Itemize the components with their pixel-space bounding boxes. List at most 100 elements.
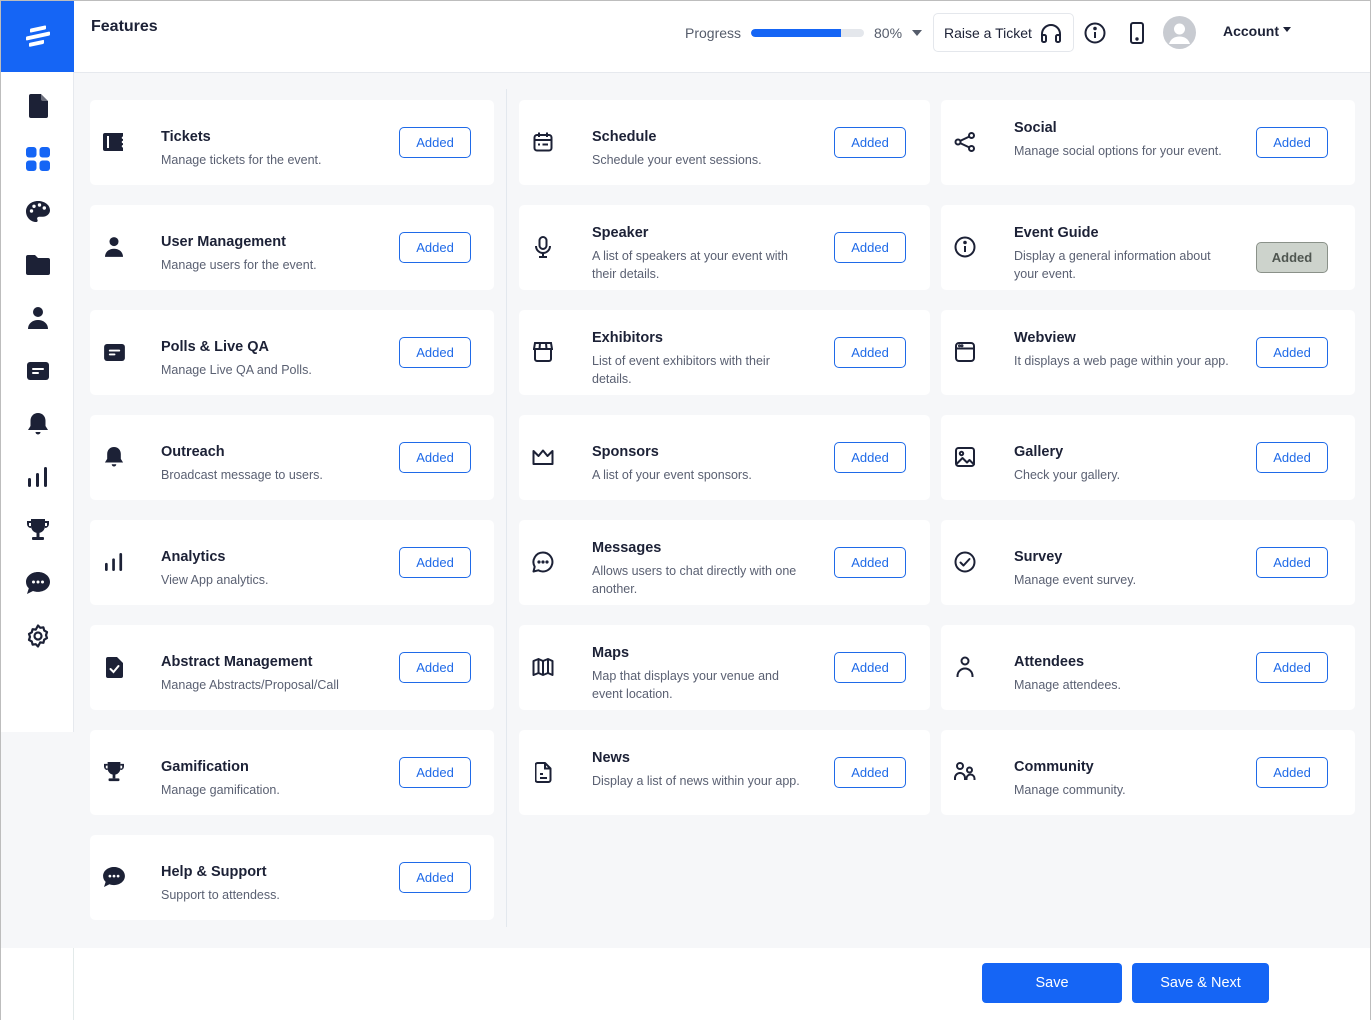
feature-text: Speaker A list of speakers at your event … bbox=[592, 225, 807, 283]
headphones-icon bbox=[1040, 23, 1061, 43]
brand-logo[interactable] bbox=[1, 1, 74, 72]
added-button[interactable]: Added bbox=[1256, 337, 1328, 368]
feature-description: Manage Live QA and Polls. bbox=[161, 363, 312, 377]
feature-text: News Display a list of news within your a… bbox=[592, 750, 807, 790]
info-icon bbox=[1084, 22, 1106, 44]
feature-description: Manage event survey. bbox=[1014, 573, 1137, 587]
check-circle-icon bbox=[953, 550, 977, 574]
info-button[interactable] bbox=[1083, 21, 1107, 45]
added-button[interactable]: Added bbox=[834, 127, 906, 158]
feature-card-event-guide: Event Guide Display a general information… bbox=[941, 205, 1355, 290]
feature-card-gallery: Gallery Check your gallery. Added bbox=[941, 415, 1355, 500]
top-header: Features Progress 80% Raise a Ticket Acc… bbox=[74, 1, 1370, 73]
feature-description: Support to attendess. bbox=[161, 888, 280, 902]
added-button[interactable]: Added bbox=[834, 232, 906, 263]
feature-description: Manage tickets for the event. bbox=[161, 153, 322, 167]
file-check-icon bbox=[102, 655, 126, 679]
added-button[interactable]: Added bbox=[834, 652, 906, 683]
document-icon bbox=[29, 94, 48, 118]
added-button[interactable]: Added bbox=[399, 442, 471, 473]
feature-text: Abstract Management Manage Abstracts/Prop… bbox=[161, 654, 376, 694]
feature-title: Messages bbox=[592, 540, 662, 556]
added-button[interactable]: Added bbox=[1256, 547, 1328, 578]
sidebar-item-notifications[interactable] bbox=[25, 411, 51, 437]
mobile-phone-icon bbox=[1130, 22, 1144, 44]
bell-icon bbox=[28, 413, 48, 435]
sidebar-item-design[interactable] bbox=[25, 199, 51, 225]
feature-text: Gallery Check your gallery. bbox=[1014, 444, 1229, 484]
feature-card-exhibitors: Exhibitors List of event exhibitors with … bbox=[519, 310, 930, 395]
added-button[interactable]: Added bbox=[399, 652, 471, 683]
feature-description: Manage social options for your event. bbox=[1014, 144, 1222, 158]
added-button[interactable]: Added bbox=[834, 442, 906, 473]
added-button[interactable]: Added bbox=[399, 127, 471, 158]
feature-description: Allows users to chat directly with one a… bbox=[592, 564, 797, 596]
raise-ticket-button[interactable]: Raise a Ticket bbox=[933, 13, 1074, 52]
feature-title: Survey bbox=[1014, 549, 1063, 565]
sidebar-item-files[interactable] bbox=[25, 252, 51, 278]
feature-description: It displays a web page within your app. bbox=[1014, 354, 1229, 368]
added-button[interactable]: Added bbox=[834, 547, 906, 578]
feature-text: Schedule Schedule your event sessions. bbox=[592, 129, 807, 169]
account-menu[interactable]: Account bbox=[1223, 23, 1291, 39]
feature-title: User Management bbox=[161, 234, 286, 250]
sidebar-item-users[interactable] bbox=[25, 305, 51, 331]
avatar[interactable] bbox=[1163, 16, 1196, 49]
chevron-down-icon bbox=[1283, 27, 1291, 32]
ticket-icon bbox=[102, 130, 126, 154]
sidebar bbox=[1, 72, 74, 732]
palette-icon bbox=[26, 201, 50, 222]
added-button[interactable]: Added bbox=[834, 757, 906, 788]
added-button[interactable]: Added bbox=[1256, 652, 1328, 683]
added-button[interactable]: Added bbox=[399, 337, 471, 368]
feature-card-social: Social Manage social options for your eve… bbox=[941, 100, 1355, 185]
mobile-preview-button[interactable] bbox=[1125, 21, 1149, 45]
bar-chart-icon bbox=[28, 467, 47, 487]
feature-title: Attendees bbox=[1014, 654, 1085, 670]
feature-title: Schedule bbox=[592, 129, 657, 145]
added-button[interactable]: Added bbox=[1256, 442, 1328, 473]
feature-card-user-management: User Management Manage users for the even… bbox=[90, 205, 494, 290]
sidebar-item-document[interactable] bbox=[25, 93, 51, 119]
feature-title: Webview bbox=[1014, 330, 1076, 346]
feature-title: Tickets bbox=[161, 129, 211, 145]
sidebar-item-analytics[interactable] bbox=[25, 464, 51, 490]
user-icon bbox=[102, 235, 126, 259]
feature-text: Survey Manage event survey. bbox=[1014, 549, 1229, 589]
added-button[interactable]: Added bbox=[1256, 127, 1328, 158]
added-button[interactable]: Added bbox=[834, 337, 906, 368]
feature-text: Polls & Live QA Manage Live QA and Polls. bbox=[161, 339, 376, 379]
added-button[interactable]: Added bbox=[399, 547, 471, 578]
bell-icon bbox=[102, 445, 126, 469]
added-button[interactable]: Added bbox=[399, 232, 471, 263]
feature-card-tickets: Tickets Manage tickets for the event. Adde… bbox=[90, 100, 494, 185]
added-button[interactable]: Added bbox=[1256, 242, 1328, 273]
browser-window-icon bbox=[953, 340, 977, 364]
sidebar-item-chat[interactable] bbox=[25, 570, 51, 596]
sidebar-item-settings[interactable] bbox=[25, 623, 51, 649]
sidebar-item-polls[interactable] bbox=[25, 358, 51, 384]
feature-card-gamification: Gamification Manage gamification. Added bbox=[90, 730, 494, 815]
sidebar-item-features[interactable] bbox=[25, 146, 51, 172]
feature-description: Manage Abstracts/Proposal/Call bbox=[161, 678, 339, 692]
progress-dropdown-caret-icon[interactable] bbox=[912, 30, 922, 36]
feature-text: Analytics View App analytics. bbox=[161, 549, 376, 589]
footer-bar: Save Save & Next bbox=[74, 948, 1370, 1020]
trophy-icon bbox=[27, 519, 49, 540]
save-button[interactable]: Save bbox=[982, 963, 1122, 1003]
feature-description: List of event exhibitors with their deta… bbox=[592, 354, 770, 386]
feature-text: Sponsors A list of your event sponsors. bbox=[592, 444, 807, 484]
feature-text: Tickets Manage tickets for the event. bbox=[161, 129, 376, 169]
sidebar-item-gamification[interactable] bbox=[25, 517, 51, 543]
feature-description: Broadcast message to users. bbox=[161, 468, 323, 482]
feature-title: Maps bbox=[592, 645, 630, 661]
feature-description: Map that displays your venue and event l… bbox=[592, 669, 779, 701]
added-button[interactable]: Added bbox=[399, 757, 471, 788]
added-button[interactable]: Added bbox=[1256, 757, 1328, 788]
save-next-button[interactable]: Save & Next bbox=[1132, 963, 1269, 1003]
feature-card-messages: Messages Allows users to chat directly wi… bbox=[519, 520, 930, 605]
feature-title: Gamification bbox=[161, 759, 249, 775]
feature-title: Gallery bbox=[1014, 444, 1064, 460]
message-box-icon bbox=[27, 362, 49, 380]
added-button[interactable]: Added bbox=[399, 862, 471, 893]
